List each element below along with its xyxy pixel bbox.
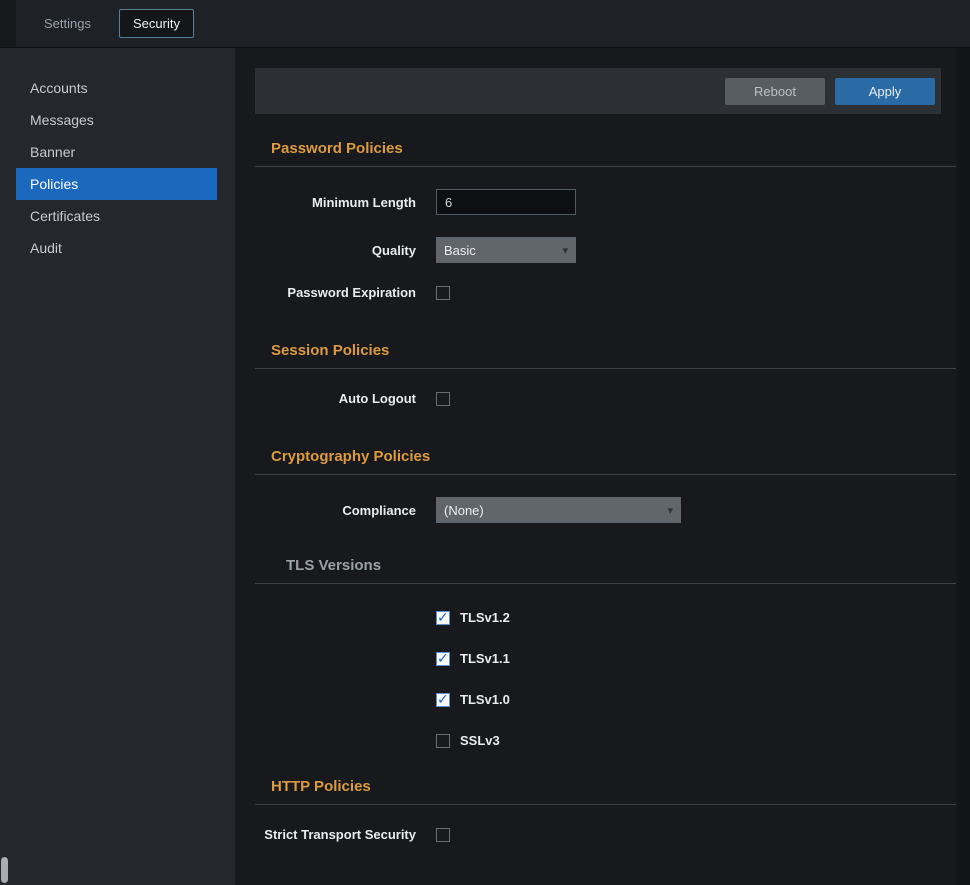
tls12-label: TLSv1.2 [460,610,510,625]
tls10-checkbox[interactable] [436,693,450,707]
top-tab-bar: Settings Security [0,0,970,48]
minimum-length-row: Minimum Length [255,189,956,215]
sidebar-item-certificates[interactable]: Certificates [16,200,217,232]
section-divider [255,474,956,475]
chevron-down-icon: ▾ [562,244,568,257]
quality-dropdown[interactable]: Basic ▾ [436,237,576,263]
section-divider [255,583,956,584]
sidebar-item-accounts[interactable]: Accounts [16,72,217,104]
strict-transport-security-label: Strict Transport Security [255,827,416,842]
sslv3-row: SSLv3 [436,733,956,748]
sidebar-item-banner[interactable]: Banner [16,136,217,168]
strict-transport-security-row: Strict Transport Security [255,827,956,842]
section-divider [255,368,956,369]
compliance-label: Compliance [255,503,416,518]
tls12-row: TLSv1.2 [436,610,956,625]
sslv3-label: SSLv3 [460,733,500,748]
password-expiration-label: Password Expiration [255,285,416,300]
minimum-length-input[interactable] [436,189,576,215]
section-divider [255,166,956,167]
compliance-dropdown[interactable]: (None) ▾ [436,497,681,523]
tls12-checkbox[interactable] [436,611,450,625]
chevron-down-icon: ▾ [667,504,673,517]
vertical-scrollbar[interactable] [957,48,970,885]
quality-dropdown-value: Basic [444,243,476,258]
quality-label: Quality [255,243,416,258]
sidebar-item-policies[interactable]: Policies [16,168,217,200]
tls10-row: TLSv1.0 [436,692,956,707]
tls11-checkbox[interactable] [436,652,450,666]
minimum-length-label: Minimum Length [255,195,416,210]
tab-security[interactable]: Security [119,9,194,38]
http-policies-title: HTTP Policies [271,778,956,795]
auto-logout-checkbox[interactable] [436,392,450,406]
tls10-label: TLSv1.0 [460,692,510,707]
auto-logout-label: Auto Logout [255,391,416,406]
sidebar-item-messages[interactable]: Messages [16,104,217,136]
password-policies-title: Password Policies [271,140,956,157]
main-content: Reboot Apply Password Policies Minimum L… [235,48,970,885]
tab-settings[interactable]: Settings [30,9,105,38]
sidebar: Accounts Messages Banner Policies Certif… [0,48,235,885]
auto-logout-row: Auto Logout [255,391,956,406]
tls11-label: TLSv1.1 [460,651,510,666]
strict-transport-security-checkbox[interactable] [436,828,450,842]
compliance-row: Compliance (None) ▾ [255,497,956,523]
quality-row: Quality Basic ▾ [255,237,956,263]
tls11-row: TLSv1.1 [436,651,956,666]
password-expiration-row: Password Expiration [255,285,956,300]
session-policies-title: Session Policies [271,342,956,359]
tls-versions-title: TLS Versions [286,557,956,574]
compliance-dropdown-value: (None) [444,503,484,518]
page-body: Accounts Messages Banner Policies Certif… [0,48,970,885]
password-expiration-checkbox[interactable] [436,286,450,300]
cryptography-policies-title: Cryptography Policies [271,448,956,465]
reboot-button[interactable]: Reboot [725,78,825,105]
apply-button[interactable]: Apply [835,78,935,105]
sidebar-scrollbar-thumb[interactable] [1,857,8,883]
sidebar-item-audit[interactable]: Audit [16,232,217,264]
action-toolbar: Reboot Apply [255,68,941,114]
sslv3-checkbox[interactable] [436,734,450,748]
section-divider [255,804,956,805]
